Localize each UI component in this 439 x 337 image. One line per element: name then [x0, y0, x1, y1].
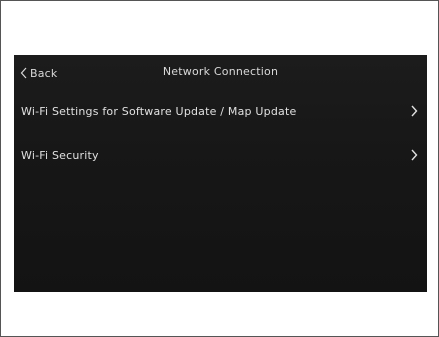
window-frame: Back Network Connection Wi-Fi Settings f…	[0, 0, 439, 337]
page-title: Network Connection	[162, 65, 279, 78]
chevron-right-icon	[411, 105, 418, 117]
infotainment-screen: Back Network Connection Wi-Fi Settings f…	[14, 55, 427, 292]
chevron-right-icon	[411, 149, 418, 161]
menu-item-wifi-settings-update[interactable]: Wi-Fi Settings for Software Update / Map…	[14, 95, 427, 127]
header-bar: Back Network Connection	[14, 55, 427, 89]
menu-item-label: Wi-Fi Security	[21, 148, 99, 162]
settings-menu: Wi-Fi Settings for Software Update / Map…	[14, 95, 427, 171]
menu-item-label: Wi-Fi Settings for Software Update / Map…	[21, 104, 297, 118]
menu-item-wifi-security[interactable]: Wi-Fi Security	[14, 139, 427, 171]
